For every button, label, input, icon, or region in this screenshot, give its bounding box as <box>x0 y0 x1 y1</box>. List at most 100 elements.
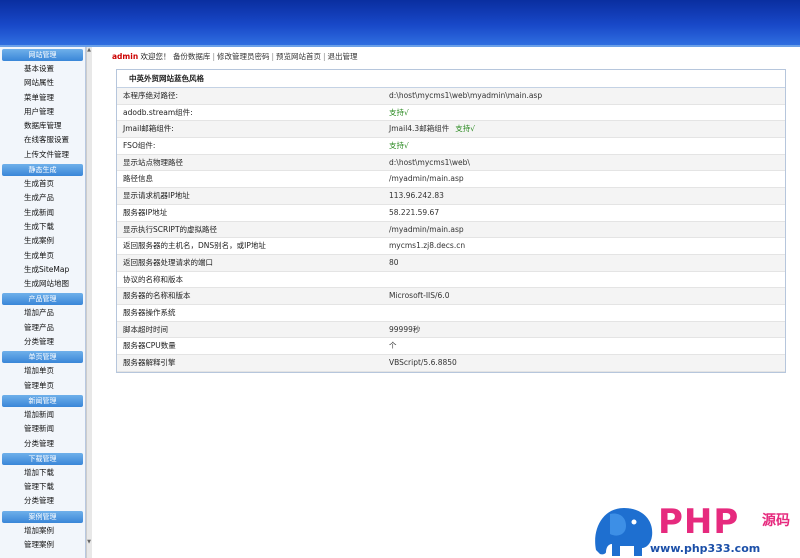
row-value-text: 113.96.242.83 <box>389 191 444 201</box>
watermark-url: www.php333.com <box>650 542 761 555</box>
row-value: /myadmin/main.asp <box>389 171 464 188</box>
table-row: 服务器CPU数量 个 <box>117 338 785 355</box>
row-value: /myadmin/main.asp <box>389 222 464 239</box>
table-row: 服务器IP地址 58.221.59.67 <box>117 204 785 222</box>
sidebar-group-header[interactable]: 下载管理 <box>2 452 83 465</box>
row-label: 服务器解释引擎 <box>123 358 176 367</box>
sidebar-item[interactable]: 菜单管理 <box>0 91 85 105</box>
server-info-table: 中英外贸网站蓝色风格 本程序绝对路径: d:\host\mycms1\web\my… <box>116 69 786 373</box>
row-value: 支持√ <box>389 105 409 122</box>
info-rows: 本程序绝对路径: d:\host\mycms1\web\myadmin\main.… <box>117 88 785 372</box>
row-value: 个 <box>389 338 397 355</box>
table-row: 协议的名称和版本 <box>117 271 785 289</box>
sidebar-item[interactable]: 增加下载 <box>0 466 85 480</box>
row-label: 显示站点物理路径 <box>123 157 183 167</box>
sidebar-item[interactable]: 分类管理 <box>0 335 85 349</box>
row-value-text: 个 <box>389 341 397 351</box>
row-value-text: d:\host\mycms1\web\ <box>389 157 470 167</box>
table-row: adodb.stream组件: 支持√ <box>117 104 785 122</box>
sidebar-item[interactable]: 增加案例 <box>0 524 85 538</box>
sidebar-item[interactable]: 上传文件管理 <box>0 148 85 162</box>
nav-username: admin <box>112 52 139 61</box>
row-value: Jmail4.3邮箱组件 支持√ <box>389 121 475 138</box>
row-label: 服务器的名称和版本 <box>123 291 191 301</box>
table-row: Jmail邮箱组件: Jmail4.3邮箱组件 支持√ <box>117 121 785 139</box>
row-value: 99999秒 <box>389 322 420 339</box>
sidebar-group-header[interactable]: 单页管理 <box>2 351 83 364</box>
table-row: 显示执行SCRIPT的虚拟路径/myadmin/main.asp <box>117 221 785 239</box>
row-label: 服务器IP地址 <box>123 207 168 217</box>
row-value: VBScript/5.6.8850 <box>389 355 457 372</box>
sidebar-item[interactable]: 基本设置 <box>0 62 85 76</box>
sidebar-item[interactable]: 生成案例 <box>0 234 85 248</box>
sidebar-group-header[interactable]: 新闻管理 <box>2 394 83 407</box>
sidebar-item[interactable]: 数据库管理 <box>0 119 85 133</box>
sidebar-group-header[interactable]: 产品管理 <box>2 293 83 306</box>
row-label: Jmail邮箱组件: <box>123 124 174 134</box>
sidebar-item[interactable]: 生成SiteMap <box>0 263 85 277</box>
row-value: mycms1.zj8.decs.cn <box>389 238 465 255</box>
sidebar-item[interactable]: 管理单页 <box>0 379 85 393</box>
row-value-extra: 支持√ <box>455 124 475 134</box>
row-value-text: /myadmin/main.asp <box>389 174 464 184</box>
table-row: 路径信息/myadmin/main.asp <box>117 171 785 189</box>
sidebar: 网站管理 基本设置 网站属性 菜单管理 用户管理 数据库管理 在线客服设置 上传文件管理 静态生… <box>0 47 86 558</box>
sidebar-item[interactable]: 生成网站地图 <box>0 277 85 291</box>
table-row: FSO组件: 支持√ <box>117 138 785 155</box>
sidebar-item[interactable]: 管理下载 <box>0 480 85 494</box>
row-value-text: 支持√ <box>389 141 409 151</box>
row-value-text: Microsoft-IIS/6.0 <box>389 291 450 301</box>
sidebar-item[interactable]: 分类管理 <box>0 494 85 508</box>
sidebar-item[interactable]: 生成下载 <box>0 220 85 234</box>
row-label: 显示请求机器IP地址 <box>123 191 190 201</box>
sidebar-item[interactable]: 增加单页 <box>0 364 85 378</box>
sidebar-item[interactable]: 管理新闻 <box>0 422 85 436</box>
table-row: 返回服务器的主机名，DNS别名，或IP地址 mycms1.zj8.decs.cn <box>117 238 785 255</box>
row-label: 协议的名称和版本 <box>123 274 183 284</box>
main-panel: admin 欢迎您！ 备份数据库 | 修改管理员密码 | 预览网站首页 | 退出管理 中英外… <box>92 47 800 558</box>
row-value: Microsoft-IIS/6.0 <box>389 288 449 305</box>
sidebar-item[interactable]: 生成产品 <box>0 191 85 205</box>
watermark-cn: 源码 <box>762 513 790 529</box>
nav-link-logout[interactable]: 退出管理 <box>328 52 358 61</box>
row-label: adodb.stream组件: <box>123 107 193 117</box>
table-row: 服务器操作系统 <box>117 304 785 322</box>
top-nav: admin 欢迎您！ 备份数据库 | 修改管理员密码 | 预览网站首页 | 退出管理 <box>112 51 358 63</box>
sidebar-item[interactable]: 生成单页 <box>0 249 85 263</box>
row-label: 路径信息 <box>123 174 153 184</box>
nav-welcome: 欢迎您！ <box>140 52 171 61</box>
table-row: 本程序绝对路径: d:\host\mycms1\web\myadmin\main.… <box>117 88 785 105</box>
watermark-brand: PHP <box>658 502 740 542</box>
row-value-text: 支持√ <box>389 107 409 117</box>
sidebar-item[interactable]: 生成新闻 <box>0 206 85 220</box>
sidebar-item[interactable]: 分类管理 <box>0 437 85 451</box>
table-row: 显示请求机器IP地址 113.96.242.83 <box>117 188 785 205</box>
sidebar-group-header[interactable]: 静态生成 <box>2 164 83 177</box>
row-value-text: d:\host\mycms1\web\myadmin\main.asp <box>389 91 543 100</box>
info-table-title: 中英外贸网站蓝色风格 <box>117 70 785 88</box>
row-value: 支持√ <box>389 138 409 155</box>
sidebar-item[interactable]: 生成首页 <box>0 177 85 191</box>
row-value-text: 58.221.59.67 <box>389 207 440 217</box>
nav-link-change-password[interactable]: 修改管理员密码 <box>217 52 270 61</box>
sidebar-item[interactable]: 增加产品 <box>0 306 85 320</box>
sidebar-item[interactable]: 用户管理 <box>0 105 85 119</box>
row-value-text: /myadmin/main.asp <box>389 224 464 234</box>
sidebar-item[interactable]: 增加新闻 <box>0 408 85 422</box>
nav-link-backup-db[interactable]: 备份数据库 <box>173 52 211 61</box>
sidebar-item[interactable]: 在线客服设置 <box>0 133 85 147</box>
row-label: 服务器操作系统 <box>123 307 176 317</box>
row-value-text: VBScript/5.6.8850 <box>389 358 457 367</box>
watermark-logo: PHP 源码 www.php333.com <box>590 500 800 558</box>
nav-link-preview-site[interactable]: 预览网站首页 <box>276 52 321 61</box>
table-row: 服务器解释引擎 VBScript/5.6.8850 <box>117 355 785 372</box>
row-value: d:\host\mycms1\web\myadmin\main.asp <box>389 88 542 105</box>
sidebar-group-header[interactable]: 案例管理 <box>2 510 83 523</box>
sidebar-item[interactable]: 管理产品 <box>0 321 85 335</box>
sidebar-item[interactable]: 网站属性 <box>0 76 85 90</box>
sidebar-group-header[interactable]: 网站管理 <box>2 49 83 61</box>
row-label: 显示执行SCRIPT的虚拟路径 <box>123 224 218 234</box>
row-value-text: 99999秒 <box>389 324 421 334</box>
top-banner <box>0 0 800 45</box>
sidebar-item[interactable]: 管理案例 <box>0 538 85 552</box>
